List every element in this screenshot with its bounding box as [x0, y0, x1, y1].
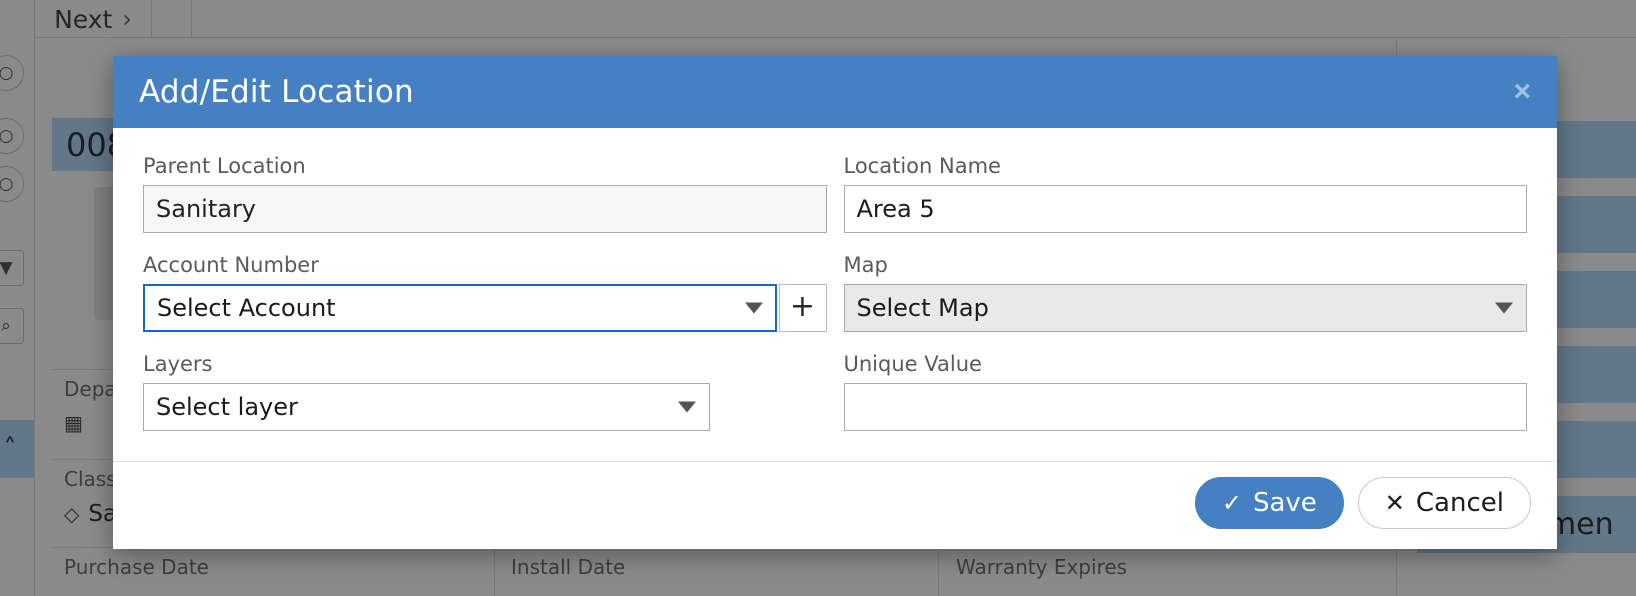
- top-strip-spacer: [152, 0, 192, 38]
- parent-location-label: Parent Location: [143, 154, 306, 178]
- circle-icon-3-glyph: ○: [0, 174, 14, 194]
- layers-label: Layers: [143, 352, 213, 376]
- app-root: ○ ○ ○ ▼ ⌕ ˄ Next › 008 Depa ▦ Class ◇ Pu…: [0, 0, 1636, 596]
- field-department: Depa ▦: [64, 377, 117, 435]
- map-select[interactable]: Select Map: [843, 284, 1527, 332]
- layers-select-wrap: Select layer: [143, 383, 711, 431]
- unique-value-label: Unique Value: [843, 352, 982, 376]
- building-icon: ▦: [64, 411, 83, 435]
- map-label: Map: [843, 253, 888, 277]
- account-number-select[interactable]: Select Account: [143, 284, 777, 332]
- field-department-label: Depa: [64, 377, 117, 401]
- close-icon[interactable]: ×: [1513, 77, 1531, 107]
- field-warranty-expires-label: Warranty Expires: [956, 555, 1128, 579]
- layers-select[interactable]: Select layer: [143, 383, 711, 431]
- dialog-header: Add/Edit Location ×: [113, 56, 1557, 128]
- next-button[interactable]: Next ›: [35, 0, 152, 38]
- save-button[interactable]: ✓ Save: [1194, 477, 1344, 529]
- filter-dropdown-glyph: ▼: [0, 258, 13, 278]
- field-purchase-date-label: Purchase Date: [64, 555, 209, 579]
- circle-icon[interactable]: ○: [0, 55, 24, 91]
- chevron-right-icon: ›: [122, 5, 132, 33]
- add-account-button[interactable]: +: [778, 284, 827, 332]
- left-toolbar-rail: ○ ○ ○ ▼ ⌕ ˄: [0, 0, 35, 596]
- unique-value-input[interactable]: [843, 383, 1527, 431]
- save-button-label: Save: [1252, 488, 1317, 518]
- field-purchase-date: Purchase Date: [64, 555, 209, 579]
- collapse-panel-button[interactable]: ˄: [0, 420, 34, 478]
- map-selected-value: Select Map: [856, 294, 989, 322]
- form-grid: Parent Location Location Name Account Nu…: [143, 154, 1527, 451]
- field-warranty-expires: Warranty Expires: [956, 555, 1127, 579]
- location-name-label: Location Name: [843, 154, 1001, 178]
- circle-icon-2[interactable]: ○: [0, 118, 24, 154]
- next-label: Next: [54, 4, 113, 34]
- account-number-label: Account Number: [143, 253, 319, 277]
- dialog-title: Add/Edit Location: [139, 74, 414, 110]
- map-select-wrap: Select Map: [843, 284, 1527, 332]
- location-name-input[interactable]: [843, 185, 1527, 233]
- field-group-location-name: Location Name: [843, 154, 1527, 233]
- cancel-button[interactable]: ✕ Cancel: [1357, 477, 1531, 529]
- dialog-body: Parent Location Location Name Account Nu…: [113, 128, 1557, 461]
- check-icon: ✓: [1221, 489, 1242, 517]
- account-number-select-wrap: Select Account: [143, 284, 777, 332]
- field-install-date: Install Date: [511, 555, 625, 579]
- layers-selected-value: Select layer: [156, 393, 298, 421]
- close-x-icon: ✕: [1384, 489, 1405, 517]
- field-group-account-number: Account Number Select Account +: [143, 253, 827, 332]
- circle-icon-2-glyph: ○: [0, 126, 14, 146]
- tag-icon: ◇: [64, 502, 80, 526]
- search-icon[interactable]: ⌕: [0, 308, 24, 344]
- filter-dropdown-icon[interactable]: ▼: [0, 250, 24, 286]
- dialog-footer: ✓ Save ✕ Cancel: [113, 461, 1557, 549]
- circle-icon-3[interactable]: ○: [0, 166, 24, 202]
- field-group-unique-value: Unique Value: [843, 352, 1527, 431]
- account-number-selected-value: Select Account: [157, 294, 336, 322]
- field-group-layers: Layers Select layer: [143, 352, 827, 431]
- field-install-date-label: Install Date: [511, 555, 626, 579]
- search-icon-glyph: ⌕: [1, 316, 11, 336]
- circle-icon-glyph: ○: [0, 63, 14, 83]
- top-nav-strip: Next ›: [35, 0, 1636, 38]
- chevron-up-icon: ˄: [3, 434, 17, 464]
- field-group-map: Map Select Map: [843, 253, 1527, 332]
- cancel-button-label: Cancel: [1415, 488, 1504, 518]
- parent-location-input[interactable]: [143, 185, 827, 233]
- add-edit-location-dialog: Add/Edit Location × Parent Location Loca…: [113, 56, 1557, 549]
- field-group-parent-location: Parent Location: [143, 154, 827, 233]
